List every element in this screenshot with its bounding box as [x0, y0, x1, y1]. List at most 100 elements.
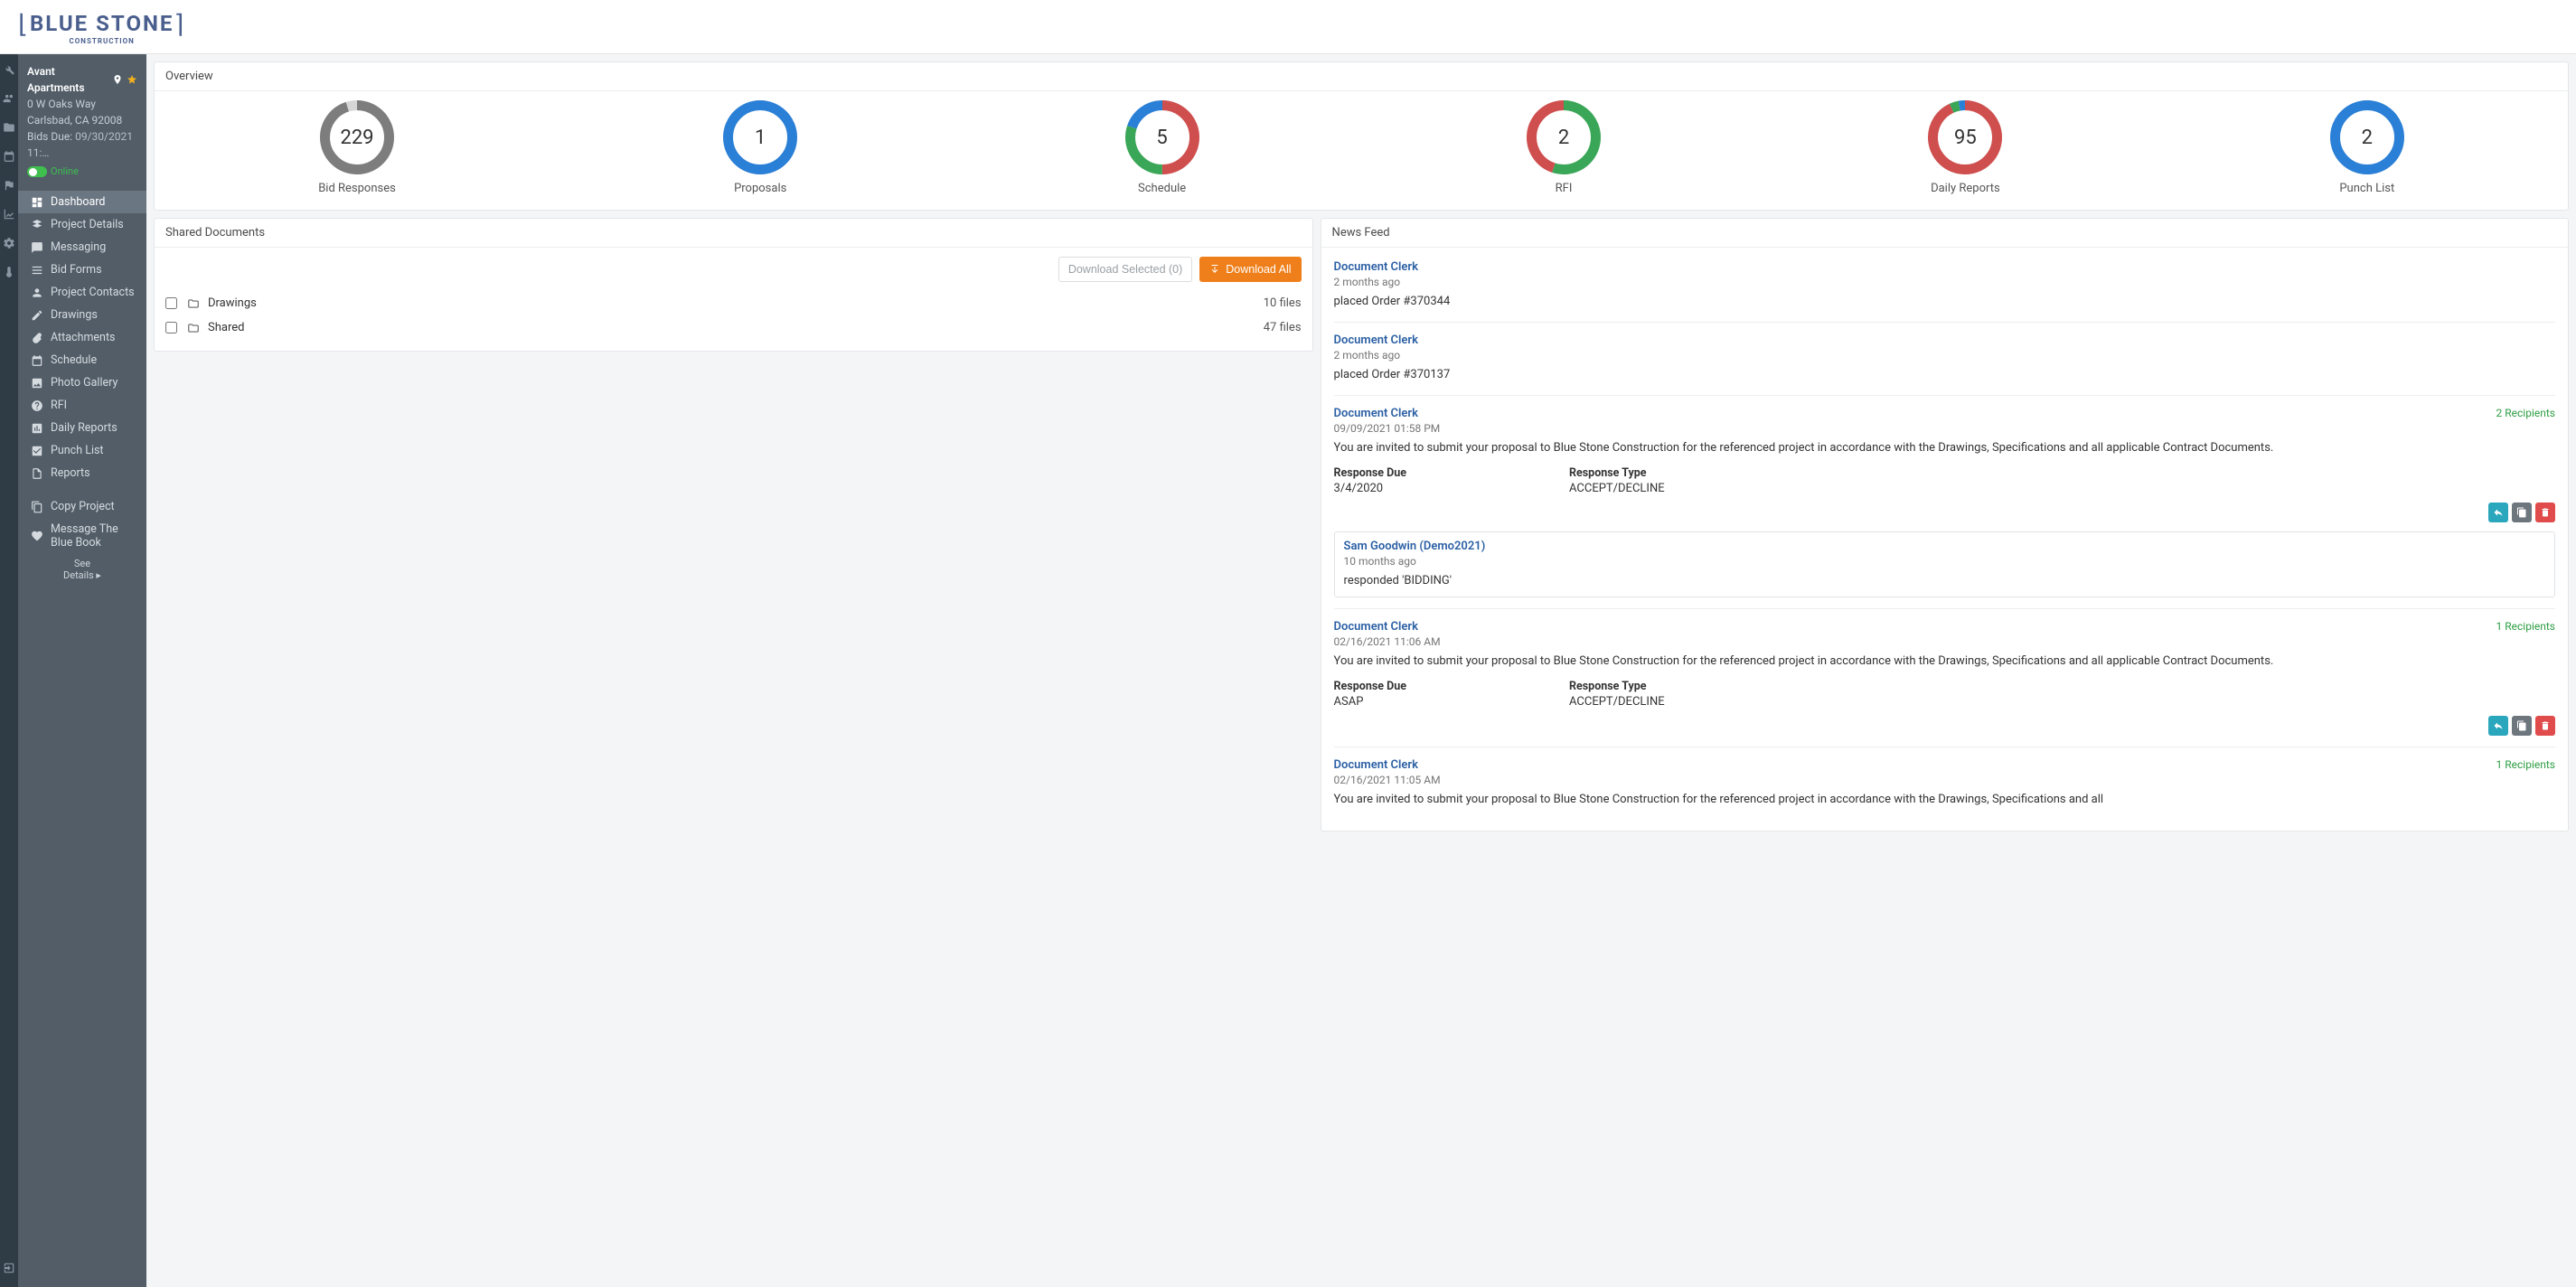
- folder-icon: [186, 297, 201, 310]
- nav-label: Copy Project: [51, 500, 115, 513]
- flag-icon[interactable]: [3, 179, 15, 192]
- doc-checkbox[interactable]: [165, 297, 177, 309]
- nav-item-project-contacts[interactable]: Project Contacts: [18, 281, 146, 304]
- nav-item-drawings[interactable]: Drawings: [18, 304, 146, 326]
- doc-row[interactable]: Drawings10 files: [165, 291, 1302, 315]
- nav-label: RFI: [51, 399, 67, 412]
- feed-author[interactable]: Document Clerk: [1334, 758, 1418, 772]
- overview-metric[interactable]: 2RFI: [1527, 100, 1601, 195]
- overview-metric[interactable]: 5Schedule: [1125, 100, 1199, 195]
- metric-label: Proposals: [734, 182, 786, 195]
- project-address-1: 0 W Oaks Way: [27, 96, 137, 112]
- map-pin-icon[interactable]: [112, 74, 123, 85]
- nav-item-message-bluebook[interactable]: Message The Blue Book: [18, 518, 146, 554]
- online-toggle[interactable]: Online: [27, 164, 79, 180]
- nav-item-dashboard[interactable]: Dashboard: [18, 191, 146, 213]
- feed-time: 2 months ago: [1334, 349, 2555, 362]
- news-feed-panel: News Feed Document Clerk 2 months ago plac…: [1321, 218, 2569, 831]
- dashboard-icon: [31, 196, 43, 209]
- nav-label: Dashboard: [51, 195, 105, 209]
- donut-chart: 5: [1125, 100, 1199, 174]
- metric-value: 5: [1125, 100, 1199, 174]
- thermometer-icon[interactable]: [3, 266, 15, 278]
- schedule-icon: [31, 354, 43, 367]
- project-info: Avant Apartments 0 W Oaks Way Carlsbad, …: [18, 54, 146, 189]
- rfi-icon: [31, 399, 43, 412]
- overview-metric[interactable]: 95Daily Reports: [1928, 100, 2002, 195]
- overview-metric[interactable]: 1Proposals: [723, 100, 797, 195]
- trash-icon[interactable]: [2535, 716, 2555, 736]
- copy-icon[interactable]: [2512, 503, 2532, 522]
- reply-icon[interactable]: [2488, 503, 2508, 522]
- feed-time: 02/16/2021 11:06 AM: [1334, 635, 2555, 648]
- drawings-icon: [31, 309, 43, 322]
- feed-author[interactable]: Document Clerk: [1334, 407, 1418, 420]
- shared-docs-title: Shared Documents: [155, 219, 1312, 248]
- trash-icon[interactable]: [2535, 503, 2555, 522]
- doc-row[interactable]: Shared47 files: [165, 315, 1302, 340]
- feed-time: 09/09/2021 01:58 PM: [1334, 422, 2555, 435]
- overview-metric[interactable]: 2Punch List: [2330, 100, 2404, 195]
- reply-author[interactable]: Sam Goodwin (Demo2021): [1344, 540, 2545, 553]
- overview-metric[interactable]: 229Bid Responses: [318, 100, 396, 195]
- logout-icon[interactable]: [3, 1262, 15, 1274]
- people-icon[interactable]: [3, 92, 15, 105]
- toggle-switch-icon[interactable]: [27, 166, 47, 177]
- feed-body: placed Order #370344: [1334, 294, 2555, 311]
- feed-author[interactable]: Document Clerk: [1334, 620, 1418, 634]
- star-icon[interactable]: [127, 74, 137, 85]
- metric-value: 95: [1928, 100, 2002, 174]
- nav-item-rfi[interactable]: RFI: [18, 394, 146, 417]
- nav-label: Messaging: [51, 240, 106, 254]
- feed-body: You are invited to submit your proposal …: [1334, 792, 2555, 809]
- feed-body: You are invited to submit your proposal …: [1334, 440, 2555, 457]
- metric-label: Bid Responses: [318, 182, 396, 195]
- download-all-button[interactable]: Download All: [1199, 257, 1301, 282]
- nav-item-punch-list[interactable]: Punch List: [18, 439, 146, 462]
- logo-subtext: CONSTRUCTION: [70, 37, 135, 45]
- photo-gallery-icon: [31, 377, 43, 390]
- response-type-label: Response Type: [1569, 466, 1665, 480]
- feed-list: Document Clerk 2 months ago placed Order #…: [1321, 248, 2568, 831]
- nav-item-reports[interactable]: Reports: [18, 462, 146, 484]
- response-type-value: ACCEPT/DECLINE: [1569, 482, 1665, 495]
- doc-checkbox[interactable]: [165, 322, 177, 333]
- download-selected-button[interactable]: Download Selected (0): [1058, 257, 1192, 282]
- nav-item-schedule[interactable]: Schedule: [18, 349, 146, 371]
- feed-recipients[interactable]: 2 Recipients: [2496, 407, 2555, 419]
- shared-docs-panel: Shared Documents Download Selected (0) D…: [154, 218, 1313, 352]
- nav-item-attachments[interactable]: Attachments: [18, 326, 146, 349]
- chart-icon[interactable]: [3, 208, 15, 221]
- nav-item-messaging[interactable]: Messaging: [18, 236, 146, 258]
- wrench-icon[interactable]: [3, 63, 15, 76]
- nav-label: Project Contacts: [51, 286, 135, 299]
- response-type-label: Response Type: [1569, 680, 1665, 693]
- project-name: Avant Apartments: [27, 63, 108, 96]
- nav-item-bid-forms[interactable]: Bid Forms: [18, 258, 146, 281]
- nav-label: Message The Blue Book: [51, 522, 137, 550]
- feed-recipients[interactable]: 1 Recipients: [2496, 620, 2555, 633]
- nav-label: Schedule: [51, 353, 97, 367]
- nav-item-photo-gallery[interactable]: Photo Gallery: [18, 371, 146, 394]
- nav-item-daily-reports[interactable]: Daily Reports: [18, 417, 146, 439]
- feed-author[interactable]: Document Clerk: [1334, 260, 1418, 274]
- nav-label: Attachments: [51, 331, 116, 344]
- folder-icon[interactable]: [3, 121, 15, 134]
- copy-icon[interactable]: [2512, 716, 2532, 736]
- feed-author[interactable]: Document Clerk: [1334, 333, 1418, 347]
- messaging-icon: [31, 241, 43, 254]
- nav-item-copy-project[interactable]: Copy Project: [18, 495, 146, 518]
- see-details[interactable]: See Details ▸: [18, 556, 146, 583]
- donut-chart: 95: [1928, 100, 2002, 174]
- calendar-icon[interactable]: [3, 150, 15, 163]
- gear-icon[interactable]: [3, 237, 15, 249]
- feed-recipients[interactable]: 1 Recipients: [2496, 758, 2555, 771]
- news-feed-title: News Feed: [1321, 219, 2568, 248]
- online-label: Online: [51, 164, 79, 180]
- reply-icon[interactable]: [2488, 716, 2508, 736]
- feed-item: Document Clerk2 months agoplaced Order #…: [1334, 249, 2555, 323]
- nav-extra: Copy Project Message The Blue Book: [18, 493, 146, 556]
- nav-item-project-details[interactable]: Project Details: [18, 213, 146, 236]
- reply-body: responded 'BIDDING': [1344, 573, 2545, 590]
- punch-list-icon: [31, 445, 43, 457]
